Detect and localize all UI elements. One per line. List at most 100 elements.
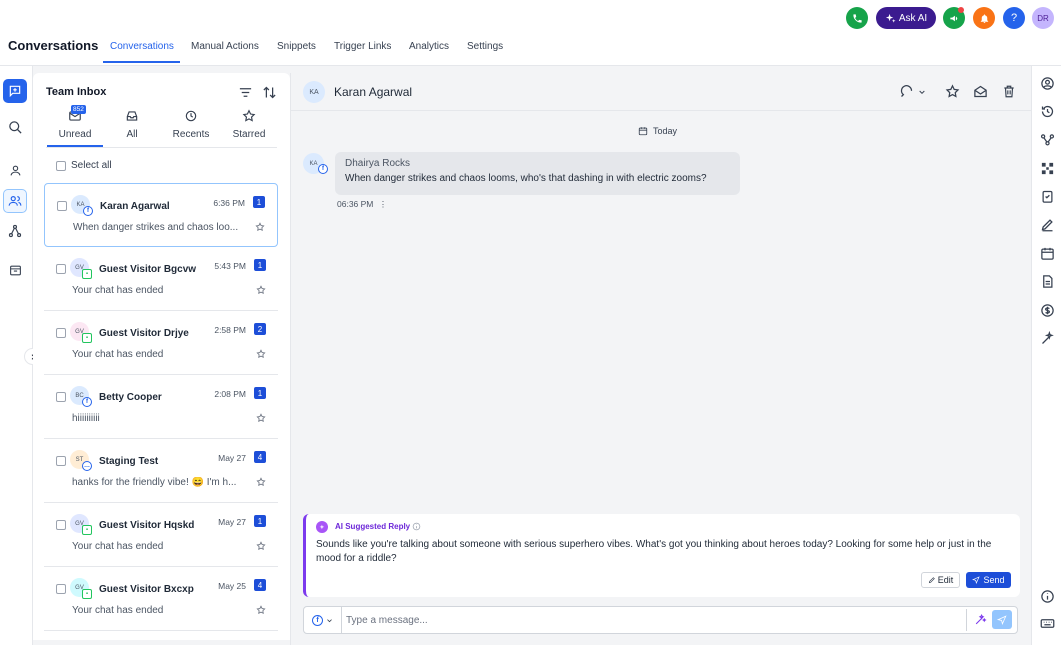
conversation-checkbox[interactable] (56, 584, 66, 594)
message-composer: f (303, 606, 1018, 634)
my-inbox-button[interactable] (3, 158, 27, 182)
date-label: Today (653, 126, 678, 136)
notes-button[interactable] (1040, 217, 1055, 232)
star-icon[interactable] (255, 222, 265, 232)
message-sender: Dhairya Rocks (345, 158, 411, 169)
conversation-checkbox[interactable] (56, 392, 66, 402)
ai-suggestion-title: AI Suggested Reply (335, 522, 411, 531)
activity-button[interactable] (1040, 104, 1055, 119)
info-button[interactable] (1040, 589, 1055, 604)
bell-icon (980, 13, 988, 23)
delete-button[interactable] (1002, 84, 1016, 99)
help-button[interactable]: ? (1003, 7, 1025, 29)
tab-trigger-links[interactable]: Trigger Links (334, 41, 391, 52)
tab-recents[interactable]: Recents (163, 109, 219, 140)
conversation-item[interactable]: KA f Karan Agarwal 6:36 PM 1 When danger stri… (44, 183, 278, 247)
chat-header: KA Karan Agarwal (291, 73, 1032, 111)
ask-ai-button[interactable]: Ask AI (876, 7, 936, 29)
calendar-inbox-button[interactable] (3, 258, 27, 282)
payments-button[interactable] (1040, 303, 1055, 318)
tab-manual-actions[interactable]: Manual Actions (191, 41, 259, 52)
pen-icon (1041, 219, 1053, 232)
info-icon (1041, 590, 1054, 603)
info-icon[interactable] (412, 522, 421, 531)
new-conversation-button[interactable] (3, 79, 27, 103)
conversation-item[interactable]: BC f Betty Cooper 2:08 PM 1 hiiiiiiiiii (44, 375, 278, 439)
sort-button[interactable] (262, 85, 277, 100)
conversation-checkbox[interactable] (56, 264, 66, 274)
ai-suggestion-text: Sounds like you're talking about someone… (316, 539, 992, 564)
contact-details-button[interactable] (1040, 76, 1055, 91)
composer-divider (966, 609, 967, 631)
right-rail (1031, 66, 1061, 645)
star-icon[interactable] (256, 477, 266, 487)
team-inbox-button[interactable] (3, 189, 27, 213)
call-menu-button[interactable] (899, 84, 926, 99)
phone-button[interactable] (846, 7, 868, 29)
conversation-checkbox[interactable] (57, 201, 67, 211)
tab-snippets[interactable]: Snippets (277, 41, 316, 52)
workflow-button[interactable] (1040, 132, 1055, 147)
pencil-icon (928, 577, 935, 584)
mark-unread-button[interactable] (973, 84, 988, 99)
tab-conversations[interactable]: Conversations (110, 41, 174, 52)
star-icon[interactable] (256, 605, 266, 615)
conversation-item[interactable]: ST… Staging Test May 27 4 hanks for the frie… (44, 439, 278, 503)
send-suggestion-button[interactable]: Send (966, 572, 1011, 588)
channel-selector[interactable]: f (304, 607, 342, 633)
tab-all[interactable]: All (104, 109, 160, 140)
envelope-open-icon (974, 85, 987, 98)
conversation-checkbox[interactable] (56, 328, 66, 338)
more-options-icon[interactable]: ⋮ (379, 199, 388, 209)
send-message-button[interactable] (992, 610, 1012, 629)
user-avatar[interactable]: DR (1032, 7, 1054, 29)
contact-name: Guest Visitor Bxcxp (99, 584, 194, 595)
search-icon (8, 120, 22, 134)
contact-name[interactable]: Karan Agarwal (334, 85, 412, 99)
send-icon (997, 614, 1007, 625)
search-button[interactable] (3, 115, 27, 139)
edit-label: Edit (937, 575, 954, 585)
select-all-label: Select all (71, 160, 112, 171)
integrations-button[interactable] (1040, 161, 1055, 176)
dollar-circle-icon (1041, 304, 1054, 317)
message-preview: When danger strikes and chaos loo... (73, 222, 239, 233)
appointments-button[interactable] (1040, 246, 1055, 261)
tab-starred[interactable]: Starred (221, 109, 277, 140)
tab-unread-label: Unread (58, 129, 92, 140)
ai-tools-button[interactable] (1040, 331, 1055, 346)
contact-name: Betty Cooper (99, 392, 162, 403)
filter-button[interactable] (238, 85, 253, 100)
conversation-item[interactable]: GV ▪ Guest Visitor Hqskd May 27 1 Your chat h… (44, 503, 278, 567)
star-conversation-button[interactable] (945, 84, 960, 99)
keyboard-shortcuts-button[interactable] (1040, 616, 1055, 631)
message-input[interactable] (346, 612, 946, 628)
conversation-checkbox[interactable] (56, 456, 66, 466)
chat-panel: KA Karan Agarwal Today KA f Dhairya Rock… (290, 73, 1032, 645)
tab-analytics[interactable]: Analytics (409, 41, 449, 52)
notification-dot (958, 7, 964, 13)
announcements-button[interactable] (943, 7, 965, 29)
tab-settings[interactable]: Settings (467, 41, 503, 52)
users-icon (8, 196, 22, 206)
message-preview: Your chat has ended (72, 605, 164, 616)
star-icon[interactable] (256, 541, 266, 551)
star-icon[interactable] (256, 413, 266, 423)
message-preview: hiiiiiiiiii (72, 413, 100, 424)
live-chat-icon: ▪ (82, 333, 92, 343)
star-icon[interactable] (256, 349, 266, 359)
conversation-item[interactable]: GV ▪ Guest Visitor Bxcxp May 25 4 Your chat h… (44, 567, 278, 631)
star-icon[interactable] (256, 285, 266, 295)
conversation-item[interactable]: GV ▪ Guest Visitor Drjye 2:58 PM 2 Your chat … (44, 311, 278, 375)
conversation-item[interactable]: GV ▪ Guest Visitor Bgcvw 5:43 PM 1 Your chat … (44, 247, 278, 311)
edit-suggestion-button[interactable]: Edit (921, 572, 960, 588)
notifications-button[interactable] (973, 7, 995, 29)
workflows-button[interactable] (3, 219, 27, 243)
history-icon (1041, 105, 1054, 118)
select-all-checkbox[interactable] (56, 161, 66, 171)
ai-compose-button[interactable] (974, 613, 987, 626)
tasks-button[interactable] (1040, 189, 1055, 204)
conversation-checkbox[interactable] (56, 520, 66, 530)
documents-button[interactable] (1040, 274, 1055, 289)
tab-unread[interactable]: 852 Unread (47, 105, 103, 140)
